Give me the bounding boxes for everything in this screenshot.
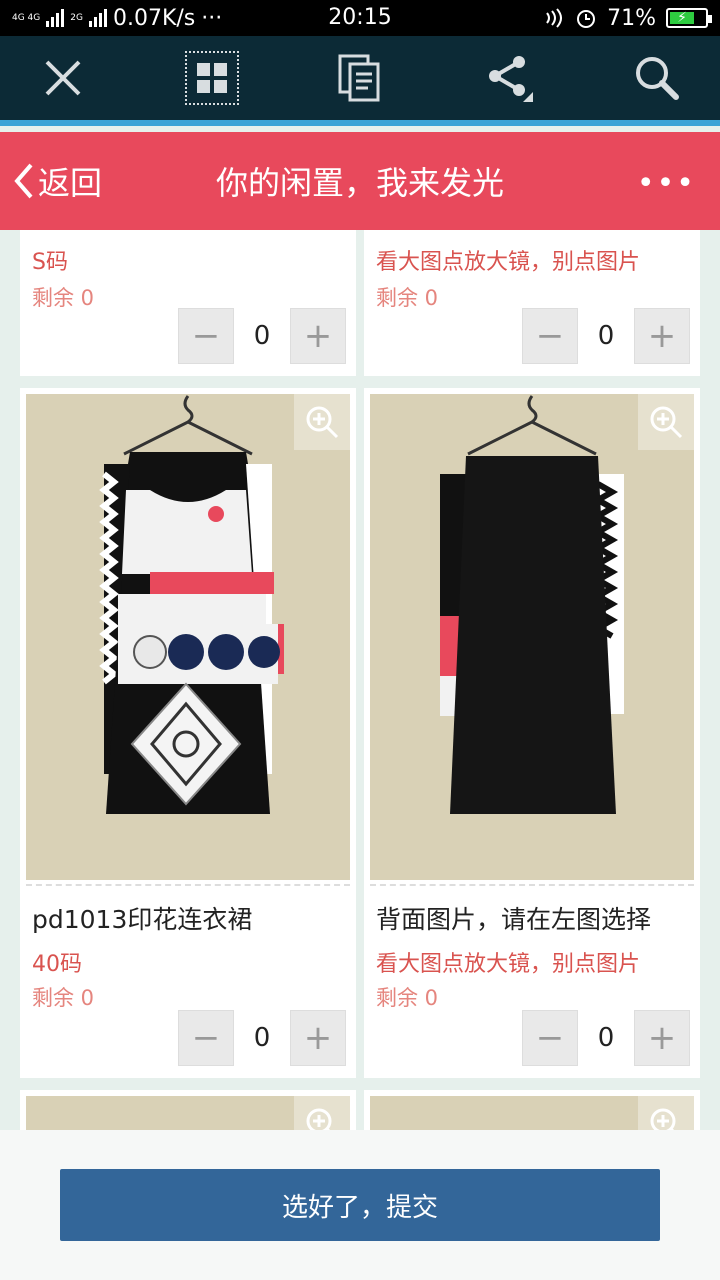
- product-card: 背面图片，请在左图选择 看大图点放大镜，别点图片 剩余 0 − 0 +: [364, 388, 700, 1078]
- submit-button[interactable]: 选好了，提交: [60, 1169, 660, 1241]
- grid-button[interactable]: [179, 45, 245, 111]
- zoom-button[interactable]: [638, 1096, 694, 1130]
- decrement-button[interactable]: −: [522, 308, 578, 364]
- quantity-stepper: − 0 +: [178, 1010, 346, 1066]
- product-title: pd1013印花连衣裙: [32, 905, 253, 934]
- dress-front-image: [26, 394, 350, 880]
- product-grid: S码 剩余 0 − 0 + 看大图点放大镜，别点图片 剩余 0 − 0 + pd…: [0, 230, 720, 1130]
- decrement-button[interactable]: −: [178, 1010, 234, 1066]
- page-header: 返回 你的闲置，我来发光 •••: [0, 132, 720, 230]
- divider: [370, 884, 694, 886]
- search-icon: [636, 57, 679, 100]
- quantity-stepper: − 0 +: [178, 308, 346, 364]
- bottom-bar: 选好了，提交: [0, 1130, 720, 1280]
- increment-button[interactable]: +: [290, 308, 346, 364]
- battery-icon: ⚡: [666, 8, 712, 28]
- product-title: 背面图片，请在左图选择: [376, 905, 652, 934]
- product-size: S码: [32, 250, 68, 275]
- increment-button[interactable]: +: [290, 1010, 346, 1066]
- product-card: pd1013印花连衣裙 40码 剩余 0 − 0 +: [20, 388, 356, 1078]
- back-label: 返回: [38, 164, 103, 202]
- signal-icon: [46, 9, 65, 27]
- document-button[interactable]: [327, 45, 393, 111]
- quantity-value: 0: [253, 1023, 271, 1053]
- network-type-2: 2G: [70, 12, 83, 23]
- share-icon: [488, 56, 533, 102]
- network-speed: 0.07K/s: [112, 5, 196, 31]
- quantity-stepper: − 0 +: [522, 1010, 690, 1066]
- status-bar: 4G 4G 2G 0.07K/s ··· 20:15 71% ⚡: [0, 0, 720, 36]
- nfc-icon: [546, 8, 563, 28]
- dress-back-image: [370, 394, 694, 880]
- product-card: [20, 1090, 356, 1130]
- product-stock: 剩余 0: [32, 286, 95, 310]
- product-card: 看大图点放大镜，别点图片 剩余 0 − 0 +: [364, 230, 700, 376]
- zoom-in-icon: [306, 406, 339, 439]
- zoom-in-icon: [306, 1108, 332, 1130]
- product-stock: 剩余 0: [376, 286, 439, 310]
- close-icon: [45, 60, 81, 96]
- network-type: 4G 4G: [12, 12, 41, 23]
- alarm-icon: [577, 10, 596, 28]
- quantity-value: 0: [253, 321, 271, 351]
- product-stock: 剩余 0: [376, 986, 439, 1010]
- back-button[interactable]: 返回: [0, 158, 160, 204]
- decrement-button[interactable]: −: [178, 308, 234, 364]
- signal-icon-2: [88, 9, 107, 27]
- decrement-button[interactable]: −: [522, 1010, 578, 1066]
- zoom-button[interactable]: [638, 394, 694, 450]
- product-card: [364, 1090, 700, 1130]
- document-icon: [338, 54, 380, 102]
- zoom-button[interactable]: [294, 394, 350, 450]
- grid-icon: [196, 63, 227, 93]
- product-card: S码 剩余 0 − 0 +: [20, 230, 356, 376]
- quantity-value: 0: [597, 321, 615, 351]
- increment-button[interactable]: +: [634, 1010, 690, 1066]
- product-image[interactable]: [26, 394, 350, 880]
- more-notifications: ···: [201, 5, 223, 31]
- battery-percent: 71%: [607, 5, 656, 31]
- quantity-stepper: − 0 +: [522, 308, 690, 364]
- increment-button[interactable]: +: [634, 308, 690, 364]
- quantity-value: 0: [597, 1023, 615, 1053]
- product-stock: 剩余 0: [32, 986, 95, 1010]
- divider: [26, 884, 350, 886]
- share-button[interactable]: [476, 45, 542, 111]
- zoom-in-icon: [650, 406, 683, 439]
- more-button[interactable]: •••: [637, 166, 696, 201]
- close-button[interactable]: [30, 45, 96, 111]
- product-size: 看大图点放大镜，别点图片: [376, 952, 641, 977]
- browser-toolbar: [0, 36, 720, 126]
- product-image[interactable]: [370, 394, 694, 880]
- search-button[interactable]: [624, 45, 690, 111]
- chevron-left-icon: [14, 163, 33, 199]
- zoom-button[interactable]: [294, 1096, 350, 1130]
- product-size: 40码: [32, 952, 82, 977]
- product-image[interactable]: [26, 1096, 350, 1130]
- product-image[interactable]: [370, 1096, 694, 1130]
- product-size: 看大图点放大镜，别点图片: [376, 250, 641, 275]
- zoom-in-icon: [650, 1108, 676, 1130]
